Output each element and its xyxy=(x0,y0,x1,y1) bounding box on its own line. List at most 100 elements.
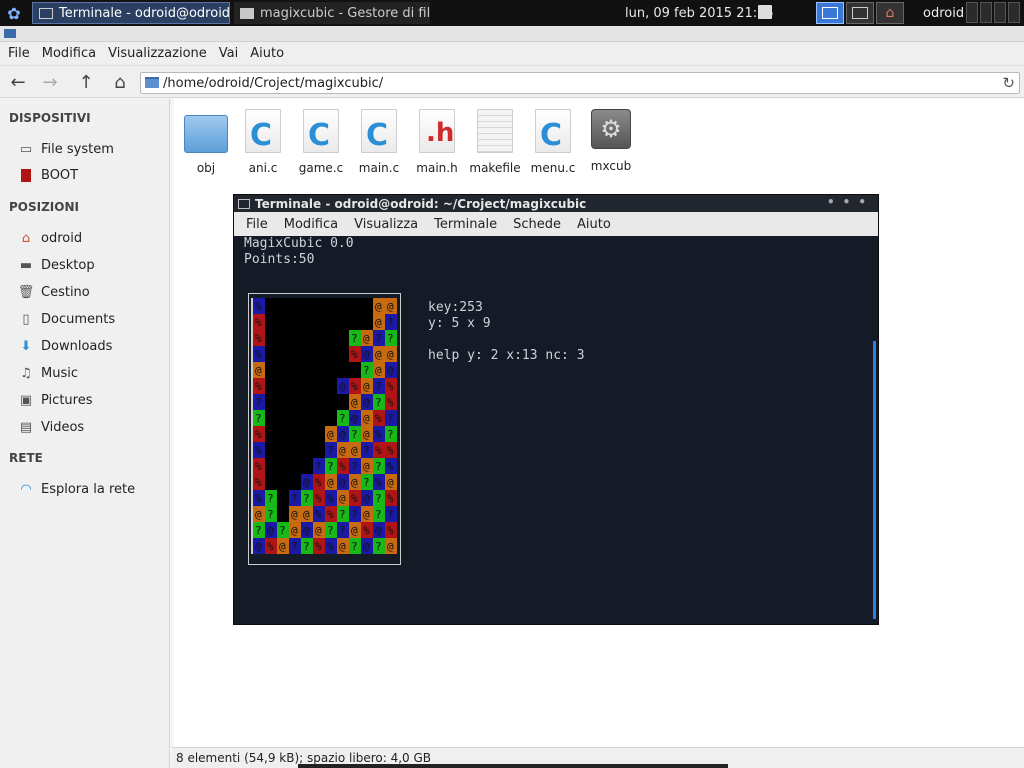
board-cell-symbol: @ xyxy=(363,348,370,361)
music-icon: ♫ xyxy=(20,365,32,381)
c-source-icon: C xyxy=(303,109,339,153)
terminal-icon xyxy=(238,198,250,209)
board-cell-symbol: ? xyxy=(255,412,262,425)
terminal-menu-modifica[interactable]: Modifica xyxy=(276,217,346,232)
sidebar-item-odroid[interactable]: ⌂ odroid xyxy=(18,230,82,246)
file-item-ani-c[interactable]: C ani.c xyxy=(236,109,290,175)
terminal-window[interactable]: Terminale - odroid@odroid: ~/Croject/mag… xyxy=(233,194,879,625)
board-cell-symbol: % xyxy=(375,412,382,425)
terminal-menu-file[interactable]: File xyxy=(238,217,276,232)
sidebar-item-cestino[interactable]: 🗑 Cestino xyxy=(18,284,90,300)
taskbar-terminal-button[interactable]: Terminale - odroid@odroid... xyxy=(32,2,230,24)
file-name: main.h xyxy=(416,161,458,175)
sidebar-item-label: Cestino xyxy=(41,284,90,300)
board-empty-cell xyxy=(301,378,313,394)
user-menu[interactable]: odroid xyxy=(917,2,970,24)
taskbar-terminal-label: Terminale - odroid@odroid... xyxy=(59,5,230,21)
menu-aiuto[interactable]: Aiuto xyxy=(244,46,290,61)
board-cell-symbol: % xyxy=(339,460,346,473)
board-cell-symbol: % xyxy=(351,348,358,361)
game-board-grid: % @ @% @?%? @??%% @ @ @ @? @ @% @% @?%? @ @?%?? @ @%?% @ @… xyxy=(251,298,397,554)
board-empty-cell xyxy=(277,330,289,346)
menu-visualizzazione[interactable]: Visualizzazione xyxy=(102,46,213,61)
window-controls[interactable]: ••• xyxy=(827,195,874,209)
board-empty-cell xyxy=(325,394,337,410)
notes-icon[interactable] xyxy=(758,5,772,19)
board-cell-symbol: ? xyxy=(339,524,346,537)
sidebar-item-desktop[interactable]: ▬ Desktop xyxy=(18,257,95,273)
terminal-menu-aiuto[interactable]: Aiuto xyxy=(569,217,619,232)
sidebar-item-browse-network[interactable]: ◠ Esplora la rete xyxy=(18,481,135,497)
board-empty-cell xyxy=(277,298,289,314)
board-empty-cell xyxy=(289,410,301,426)
sidebar-item-boot[interactable]: BOOT xyxy=(18,168,78,183)
board-cell-symbol: ? xyxy=(327,460,334,473)
board-empty-cell xyxy=(325,330,337,346)
file-item-makefile[interactable]: makefile xyxy=(468,109,522,175)
board-empty-cell xyxy=(277,426,289,442)
terminal-menu-terminale[interactable]: Terminale xyxy=(426,217,505,232)
board-cell-symbol: ? xyxy=(351,540,358,553)
file-item-mxcub[interactable]: ⚙ mxcub xyxy=(584,109,638,173)
board-cell-symbol: % xyxy=(351,380,358,393)
clock[interactable]: lun, 09 feb 2015 21:25 xyxy=(625,2,774,24)
board-cell-symbol: % xyxy=(363,524,370,537)
board-empty-cell xyxy=(265,426,277,442)
board-cell-symbol: @ xyxy=(291,524,298,537)
board-cell-symbol: @ xyxy=(291,508,298,521)
board-empty-cell xyxy=(265,378,277,394)
home-button[interactable]: ⌂ xyxy=(108,71,132,93)
reload-icon[interactable]: ↻ xyxy=(1002,74,1015,92)
back-button[interactable]: ← xyxy=(6,71,30,93)
terminal-titlebar[interactable]: Terminale - odroid@odroid: ~/Croject/mag… xyxy=(234,195,878,212)
terminal-scrollbar[interactable] xyxy=(873,341,876,619)
board-empty-cell xyxy=(337,394,349,410)
sidebar-item-videos[interactable]: ▤ Videos xyxy=(18,419,84,435)
location-bar[interactable]: /home/odroid/Croject/magixcubic/ ↻ xyxy=(140,72,1020,94)
board-cell-symbol: @ xyxy=(363,460,370,473)
board-empty-cell xyxy=(277,474,289,490)
file-item-main-c[interactable]: C main.c xyxy=(352,109,406,175)
taskbar-filemanager-button[interactable]: magixcubic - Gestore di file xyxy=(234,2,430,24)
menu-file[interactable]: File xyxy=(2,46,36,61)
sidebar-item-music[interactable]: ♫ Music xyxy=(18,365,78,381)
sidebar-item-label: Music xyxy=(41,365,78,381)
sidebar-item-pictures[interactable]: ▣ Pictures xyxy=(18,392,93,408)
sidebar-item-downloads[interactable]: ⬇ Downloads xyxy=(18,338,113,354)
sidebar-heading-network: RETE xyxy=(9,451,43,465)
home-button[interactable]: ⌂ xyxy=(876,2,904,24)
sidebar-item-filesystem[interactable]: ▭ File system xyxy=(18,141,114,157)
sidebar-item-label: Downloads xyxy=(41,338,113,354)
workspace-2-button[interactable] xyxy=(846,2,874,24)
board-empty-cell xyxy=(277,378,289,394)
app-menu-icon[interactable]: ✿ xyxy=(2,2,26,24)
sidebar-item-documents[interactable]: ▯ Documents xyxy=(18,311,115,327)
board-cell-symbol: @ xyxy=(363,396,370,409)
arrow-left-icon: ← xyxy=(10,71,26,93)
terminal-output[interactable]: MagixCubic 0.0 Points:50 key:253 y: 5 x … xyxy=(234,236,878,624)
file-item-game-c[interactable]: C game.c xyxy=(294,109,348,175)
board-empty-cell xyxy=(265,442,277,458)
board-cell-symbol: @ xyxy=(315,524,322,537)
board-cell-symbol: @ xyxy=(351,524,358,537)
file-item-main-h[interactable]: .h main.h xyxy=(410,109,464,175)
gear-icon: ⚙ xyxy=(591,109,631,149)
file-name: main.c xyxy=(358,161,400,175)
folder-icon xyxy=(145,77,159,88)
terminal-menu-schede[interactable]: Schede xyxy=(505,217,569,232)
workspace-1-button[interactable] xyxy=(816,2,844,24)
cpu-graph xyxy=(966,2,1020,23)
horizontal-scrollbar[interactable] xyxy=(298,764,728,768)
menu-vai[interactable]: Vai xyxy=(213,46,244,61)
filemanager-menubar: File Modifica Visualizzazione Vai Aiuto xyxy=(0,42,1024,66)
file-item-menu-c[interactable]: C menu.c xyxy=(526,109,580,175)
up-button[interactable]: ↑ xyxy=(74,71,98,93)
workspace-switcher[interactable]: ⌂ xyxy=(816,2,904,24)
board-cell-symbol: ? xyxy=(339,412,346,425)
board-empty-cell xyxy=(289,330,301,346)
forward-button[interactable]: → xyxy=(38,71,62,93)
menu-modifica[interactable]: Modifica xyxy=(36,46,102,61)
file-item-obj[interactable]: obj xyxy=(179,109,233,175)
terminal-menu-visualizza[interactable]: Visualizza xyxy=(346,217,426,232)
board-cell-symbol: % xyxy=(387,396,394,409)
